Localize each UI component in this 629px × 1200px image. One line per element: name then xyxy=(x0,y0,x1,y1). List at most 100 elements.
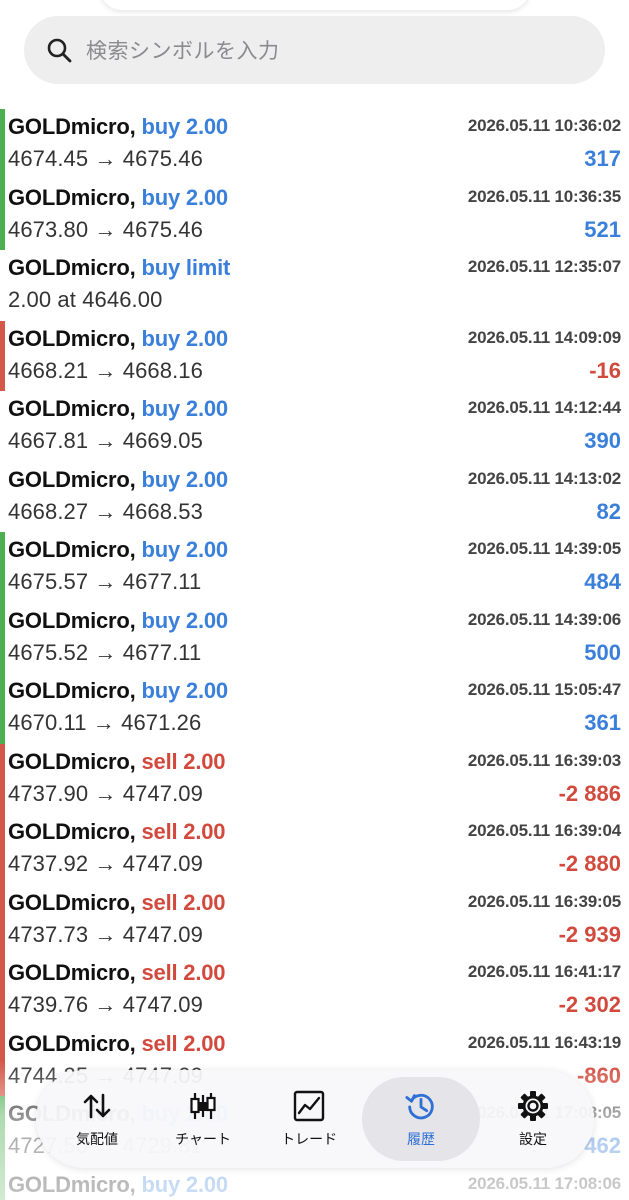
tab-quotes[interactable]: 気配値 xyxy=(44,1077,150,1161)
trade-title: GOLDmicro, buy 2.00 xyxy=(8,537,228,563)
trade-row[interactable]: GOLDmicro, sell 2.00 2026.05.11 16:41:17 4… xyxy=(0,955,629,1026)
trade-prices: 2.00 at 4646.00 xyxy=(8,287,163,312)
trade-action: buy limit xyxy=(141,255,231,280)
trade-profit: 521 xyxy=(584,216,621,242)
tab-settings[interactable]: 設定 xyxy=(480,1077,586,1161)
trade-title: GOLDmicro, buy 2.00 xyxy=(8,678,228,704)
tab-chart[interactable]: チャート xyxy=(150,1077,256,1161)
history-icon xyxy=(404,1089,438,1123)
trade-title: GOLDmicro, sell 2.00 xyxy=(8,748,226,775)
trade-profit: 361 xyxy=(584,710,621,735)
trade-row[interactable]: GOLDmicro, sell 2.00 2026.05.11 16:39:03 4… xyxy=(0,743,629,814)
result-marker xyxy=(0,743,5,814)
trade-symbol: GOLDmicro, xyxy=(8,114,136,139)
trade-title: GOLDmicro, buy 2.00 xyxy=(8,185,228,211)
trade-profit: 484 xyxy=(584,569,621,594)
trade-time: 2026.05.11 12:35:07 xyxy=(467,257,621,276)
trade-time: 2026.05.11 14:39:06 xyxy=(467,609,621,629)
trade-prices: 4673.80 → 4675.46 xyxy=(8,216,203,242)
trade-symbol: GOLDmicro, xyxy=(8,325,136,351)
trade-profit: 500 xyxy=(584,639,621,665)
trade-time: 2026.05.11 10:36:02 xyxy=(467,116,621,135)
result-marker xyxy=(0,320,5,391)
trade-action: buy 2.00 xyxy=(141,607,229,633)
trade-prices: 4670.11 → 4671.26 xyxy=(8,710,202,735)
trade-symbol: GOLDmicro, xyxy=(8,748,136,774)
trade-row[interactable]: GOLDmicro, buy limit 2026.05.11 12:35:07 2… xyxy=(0,250,629,321)
trade-title: GOLDmicro, buy 2.00 xyxy=(8,608,228,634)
trade-row[interactable]: GOLDmicro, sell 2.00 2026.05.11 16:39:05 4… xyxy=(0,884,629,955)
trade-row[interactable]: GOLDmicro, buy 2.00 2026.05.11 10:36:35 46… xyxy=(0,179,629,250)
tab-trade[interactable]: トレード xyxy=(256,1077,362,1161)
search-input[interactable]: 検索シンボルを入力 xyxy=(86,35,280,65)
trade-row[interactable]: GOLDmicro, buy 2.00 2026.05.11 14:13:02 46… xyxy=(0,462,629,533)
tab-label: 履歴 xyxy=(407,1131,436,1147)
trade-symbol: GOLDmicro, xyxy=(8,819,136,844)
trade-prices: 4739.76 → 4747.09 xyxy=(8,992,203,1017)
trade-action: sell 2.00 xyxy=(141,1030,226,1056)
trade-action: buy 2.00 xyxy=(141,396,229,421)
trade-symbol: GOLDmicro, xyxy=(8,1030,136,1056)
trade-action: buy 2.00 xyxy=(141,325,229,351)
trade-profit: -2 886 xyxy=(558,780,621,806)
trade-time: 2026.05.11 14:39:05 xyxy=(467,539,621,558)
result-marker xyxy=(0,250,5,321)
bottom-tab-bar: 気配値 チャート トレード 履歴 設定 xyxy=(36,1070,594,1168)
trade-symbol: GOLDmicro, xyxy=(8,396,136,421)
tab-label: 気配値 xyxy=(76,1131,119,1147)
trade-action: buy 2.00 xyxy=(141,466,229,492)
result-marker xyxy=(0,602,5,673)
trade-title: GOLDmicro, sell 2.00 xyxy=(8,890,226,916)
tab-label: トレード xyxy=(281,1131,338,1147)
history-list: GOLDmicro, buy 2.00 2026.05.11 10:36:02 46… xyxy=(0,109,629,1200)
trade-symbol: GOLDmicro, xyxy=(8,678,136,703)
trade-prices: 4667.81 → 4669.05 xyxy=(8,428,203,453)
app-root: 検索シンボルを入力 GOLDmicro, buy 2.00 2026.05.11 … xyxy=(0,0,629,1200)
trade-action: buy 2.00 xyxy=(141,537,229,562)
trade-profit: 317 xyxy=(584,146,621,171)
trade-time: 2026.05.11 16:39:03 xyxy=(467,750,621,770)
result-marker xyxy=(0,532,5,603)
trade-title: GOLDmicro, buy 2.00 xyxy=(8,467,228,493)
trade-action: buy 2.00 xyxy=(141,678,229,703)
trade-time: 2026.05.11 16:43:19 xyxy=(467,1032,621,1052)
search-bar[interactable]: 検索シンボルを入力 xyxy=(24,16,605,84)
trade-prices: 4674.45 → 4675.46 xyxy=(8,146,203,171)
trade-row[interactable]: GOLDmicro, buy 2.00 2026.05.11 10:36:02 46… xyxy=(0,109,629,180)
trade-time: 2026.05.11 14:09:09 xyxy=(467,327,621,347)
trade-prices: 4668.21 → 4668.16 xyxy=(8,357,203,383)
trade-time: 2026.05.11 16:39:04 xyxy=(467,821,621,840)
trade-row[interactable]: GOLDmicro, buy 2.00 2026.05.11 14:39:05 46… xyxy=(0,532,629,603)
trade-symbol: GOLDmicro, xyxy=(8,960,136,985)
trade-row[interactable]: GOLDmicro, buy 2.00 2026.05.11 14:39:06 46… xyxy=(0,602,629,673)
tab-history[interactable]: 履歴 xyxy=(362,1077,480,1161)
trade-action: sell 2.00 xyxy=(141,960,226,985)
result-marker xyxy=(0,179,5,250)
trade-symbol: GOLDmicro, xyxy=(8,607,136,633)
result-marker xyxy=(0,462,5,533)
result-marker xyxy=(0,814,5,885)
trade-row[interactable]: GOLDmicro, buy 2.00 2026.05.11 15:05:47 46… xyxy=(0,673,629,744)
trade-action: sell 2.00 xyxy=(141,748,226,774)
trade-symbol: GOLDmicro, xyxy=(8,184,136,210)
header: 検索シンボルを入力 xyxy=(0,0,629,105)
trade-profit: 82 xyxy=(596,498,621,524)
trade-row[interactable]: GOLDmicro, buy 2.00 2026.05.11 14:09:09 46… xyxy=(0,320,629,391)
trade-title: GOLDmicro, buy 2.00 xyxy=(8,114,228,140)
search-icon xyxy=(46,37,72,63)
trade-row[interactable]: GOLDmicro, sell 2.00 2026.05.11 16:39:04 4… xyxy=(0,814,629,885)
trade-prices: 4675.52 → 4677.11 xyxy=(8,639,202,665)
trade-action: buy 2.00 xyxy=(141,184,229,210)
trade-symbol: GOLDmicro, xyxy=(8,255,136,280)
trade-row[interactable]: GOLDmicro, buy 2.00 2026.05.11 14:12:44 46… xyxy=(0,391,629,462)
trade-symbol: GOLDmicro, xyxy=(8,466,136,492)
trade-prices: 4737.92 → 4747.09 xyxy=(8,851,203,876)
trade-prices: 4737.90 → 4747.09 xyxy=(8,780,203,806)
trade-profit: 390 xyxy=(584,428,621,453)
trade-icon xyxy=(292,1089,326,1123)
trade-title: GOLDmicro, buy 2.00 xyxy=(8,326,228,352)
tab-label: 設定 xyxy=(518,1131,547,1147)
trade-title: GOLDmicro, sell 2.00 xyxy=(8,960,226,986)
trade-time: 2026.05.11 16:39:05 xyxy=(467,891,621,911)
trade-title: GOLDmicro, buy 2.00 xyxy=(8,396,228,422)
